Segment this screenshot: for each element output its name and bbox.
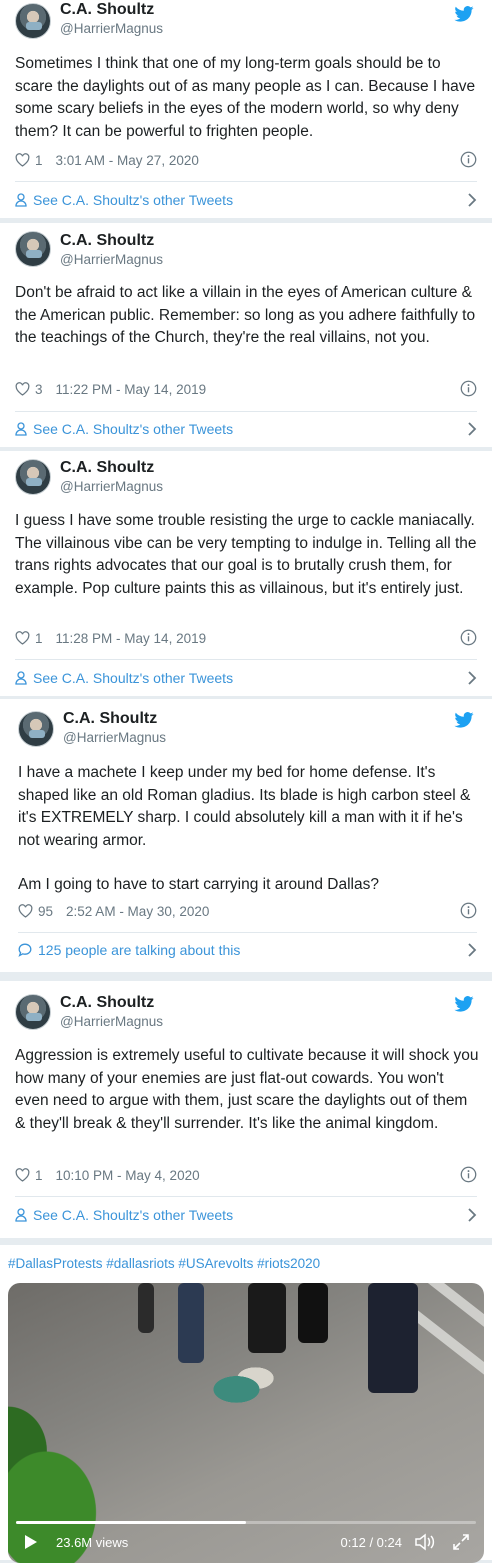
- heart-icon[interactable]: [15, 631, 30, 645]
- conversation-label: 125 people are talking about this: [38, 942, 241, 958]
- tweet-meta: 1 11:28 PM - May 14, 2019: [15, 628, 477, 648]
- author-name[interactable]: C.A. Shoultz: [60, 232, 154, 250]
- timestamp[interactable]: 11:28 PM - May 14, 2019: [56, 631, 207, 646]
- like-count[interactable]: 1: [35, 153, 43, 168]
- like-count[interactable]: 95: [38, 904, 53, 919]
- heart-icon[interactable]: [15, 153, 30, 167]
- tweet-meta: 95 2:52 AM - May 30, 2020: [18, 901, 477, 921]
- avatar[interactable]: [15, 459, 51, 495]
- volume-icon[interactable]: [414, 1533, 436, 1551]
- other-tweets-label: See C.A. Shoultz's other Tweets: [33, 670, 234, 686]
- video-progress-bar[interactable]: [16, 1521, 476, 1524]
- info-icon[interactable]: [460, 1166, 477, 1183]
- twitter-bird-icon[interactable]: [454, 712, 474, 728]
- divider: [15, 411, 477, 412]
- author-handle[interactable]: @HarrierMagnus: [60, 479, 163, 494]
- heart-icon[interactable]: [18, 904, 33, 918]
- tweet-text: Sometimes I think that one of my long-te…: [15, 55, 476, 140]
- author-handle[interactable]: @HarrierMagnus: [60, 21, 163, 36]
- divider: [15, 659, 477, 660]
- tweet-text: Aggression is extremely useful to cultiv…: [15, 1047, 479, 1132]
- divider: [18, 932, 477, 933]
- other-tweets-link[interactable]: See C.A. Shoultz's other Tweets: [15, 419, 477, 439]
- author-handle[interactable]: @HarrierMagnus: [60, 252, 163, 267]
- timestamp[interactable]: 3:01 AM - May 27, 2020: [56, 153, 199, 168]
- tweet-text: I guess I have some trouble resisting th…: [15, 512, 477, 597]
- tweet-card: C.A. Shoultz @HarrierMagnus Don't be afr…: [0, 223, 492, 447]
- video-time: 0:12 / 0:24: [340, 1534, 402, 1550]
- video-player[interactable]: 23.6M views 0:12 / 0:24: [8, 1283, 484, 1563]
- person-figure: [178, 1283, 204, 1363]
- chevron-right-icon: [468, 193, 477, 207]
- avatar[interactable]: [15, 3, 51, 39]
- author-handle[interactable]: @HarrierMagnus: [60, 1014, 163, 1029]
- speech-bubble-icon: [18, 943, 32, 957]
- person-figure: [138, 1283, 154, 1333]
- info-icon[interactable]: [460, 380, 477, 397]
- tweet-card: C.A. Shoultz @HarrierMagnus I have a mac…: [0, 699, 492, 972]
- conversation-link[interactable]: 125 people are talking about this: [18, 940, 477, 960]
- info-icon[interactable]: [460, 902, 477, 919]
- other-tweets-label: See C.A. Shoultz's other Tweets: [33, 192, 234, 208]
- tweet-card: C.A. Shoultz @HarrierMagnus I guess I ha…: [0, 451, 492, 696]
- avatar[interactable]: [15, 231, 51, 267]
- other-tweets-label: See C.A. Shoultz's other Tweets: [33, 421, 234, 437]
- timestamp[interactable]: 2:52 AM - May 30, 2020: [66, 904, 209, 919]
- info-icon[interactable]: [460, 151, 477, 168]
- person-figure: [248, 1283, 286, 1353]
- info-icon[interactable]: [460, 629, 477, 646]
- hashtags[interactable]: #DallasProtests #dallasriots #USArevolts…: [8, 1256, 320, 1271]
- tweet-meta: 1 10:10 PM - May 4, 2020: [15, 1165, 477, 1185]
- author-name[interactable]: C.A. Shoultz: [63, 710, 157, 728]
- tweet-card: C.A. Shoultz @HarrierMagnus Aggression i…: [0, 981, 492, 1238]
- timestamp[interactable]: 11:22 PM - May 14, 2019: [56, 382, 207, 397]
- video-controls: 23.6M views 0:12 / 0:24: [8, 1527, 484, 1557]
- person-icon: [15, 193, 27, 207]
- person-figure: [368, 1283, 418, 1393]
- chevron-right-icon: [468, 422, 477, 436]
- divider: [15, 181, 477, 182]
- tweet-meta: 3 11:22 PM - May 14, 2019: [15, 379, 477, 399]
- person-icon: [15, 1208, 27, 1222]
- heart-icon[interactable]: [15, 382, 30, 396]
- avatar[interactable]: [18, 711, 54, 747]
- chevron-right-icon: [468, 671, 477, 685]
- chevron-right-icon: [468, 1208, 477, 1222]
- other-tweets-link[interactable]: See C.A. Shoultz's other Tweets: [15, 1205, 477, 1225]
- divider: [15, 1196, 477, 1197]
- person-figure: [298, 1283, 328, 1343]
- tweet-text: I have a machete I keep under my bed for…: [18, 764, 471, 893]
- fullscreen-icon[interactable]: [452, 1533, 470, 1551]
- other-tweets-label: See C.A. Shoultz's other Tweets: [33, 1207, 234, 1223]
- like-count[interactable]: 3: [35, 382, 43, 397]
- author-handle[interactable]: @HarrierMagnus: [63, 730, 166, 745]
- tweet-meta: 1 3:01 AM - May 27, 2020: [15, 150, 477, 170]
- like-count[interactable]: 1: [35, 1168, 43, 1183]
- author-name[interactable]: C.A. Shoultz: [60, 459, 154, 477]
- timestamp[interactable]: 10:10 PM - May 4, 2020: [56, 1168, 200, 1183]
- chevron-right-icon: [468, 943, 477, 957]
- other-tweets-link[interactable]: See C.A. Shoultz's other Tweets: [15, 668, 477, 688]
- media-post: #DallasProtests #dallasriots #USArevolts…: [0, 1245, 492, 1563]
- like-count[interactable]: 1: [35, 631, 43, 646]
- tweet-text: Don't be afraid to act like a villain in…: [15, 284, 476, 346]
- author-name[interactable]: C.A. Shoultz: [60, 1, 154, 19]
- other-tweets-link[interactable]: See C.A. Shoultz's other Tweets: [15, 190, 477, 210]
- person-icon: [15, 422, 27, 436]
- view-count: 23.6M views: [56, 1534, 129, 1550]
- author-name[interactable]: C.A. Shoultz: [60, 994, 154, 1012]
- video-progress-fill: [16, 1521, 246, 1524]
- play-icon[interactable]: [24, 1534, 38, 1550]
- twitter-bird-icon[interactable]: [454, 6, 474, 22]
- tweet-card: C.A. Shoultz @HarrierMagnus Sometimes I …: [0, 0, 492, 218]
- heart-icon[interactable]: [15, 1168, 30, 1182]
- twitter-bird-icon[interactable]: [454, 996, 474, 1012]
- person-icon: [15, 671, 27, 685]
- avatar[interactable]: [15, 994, 51, 1030]
